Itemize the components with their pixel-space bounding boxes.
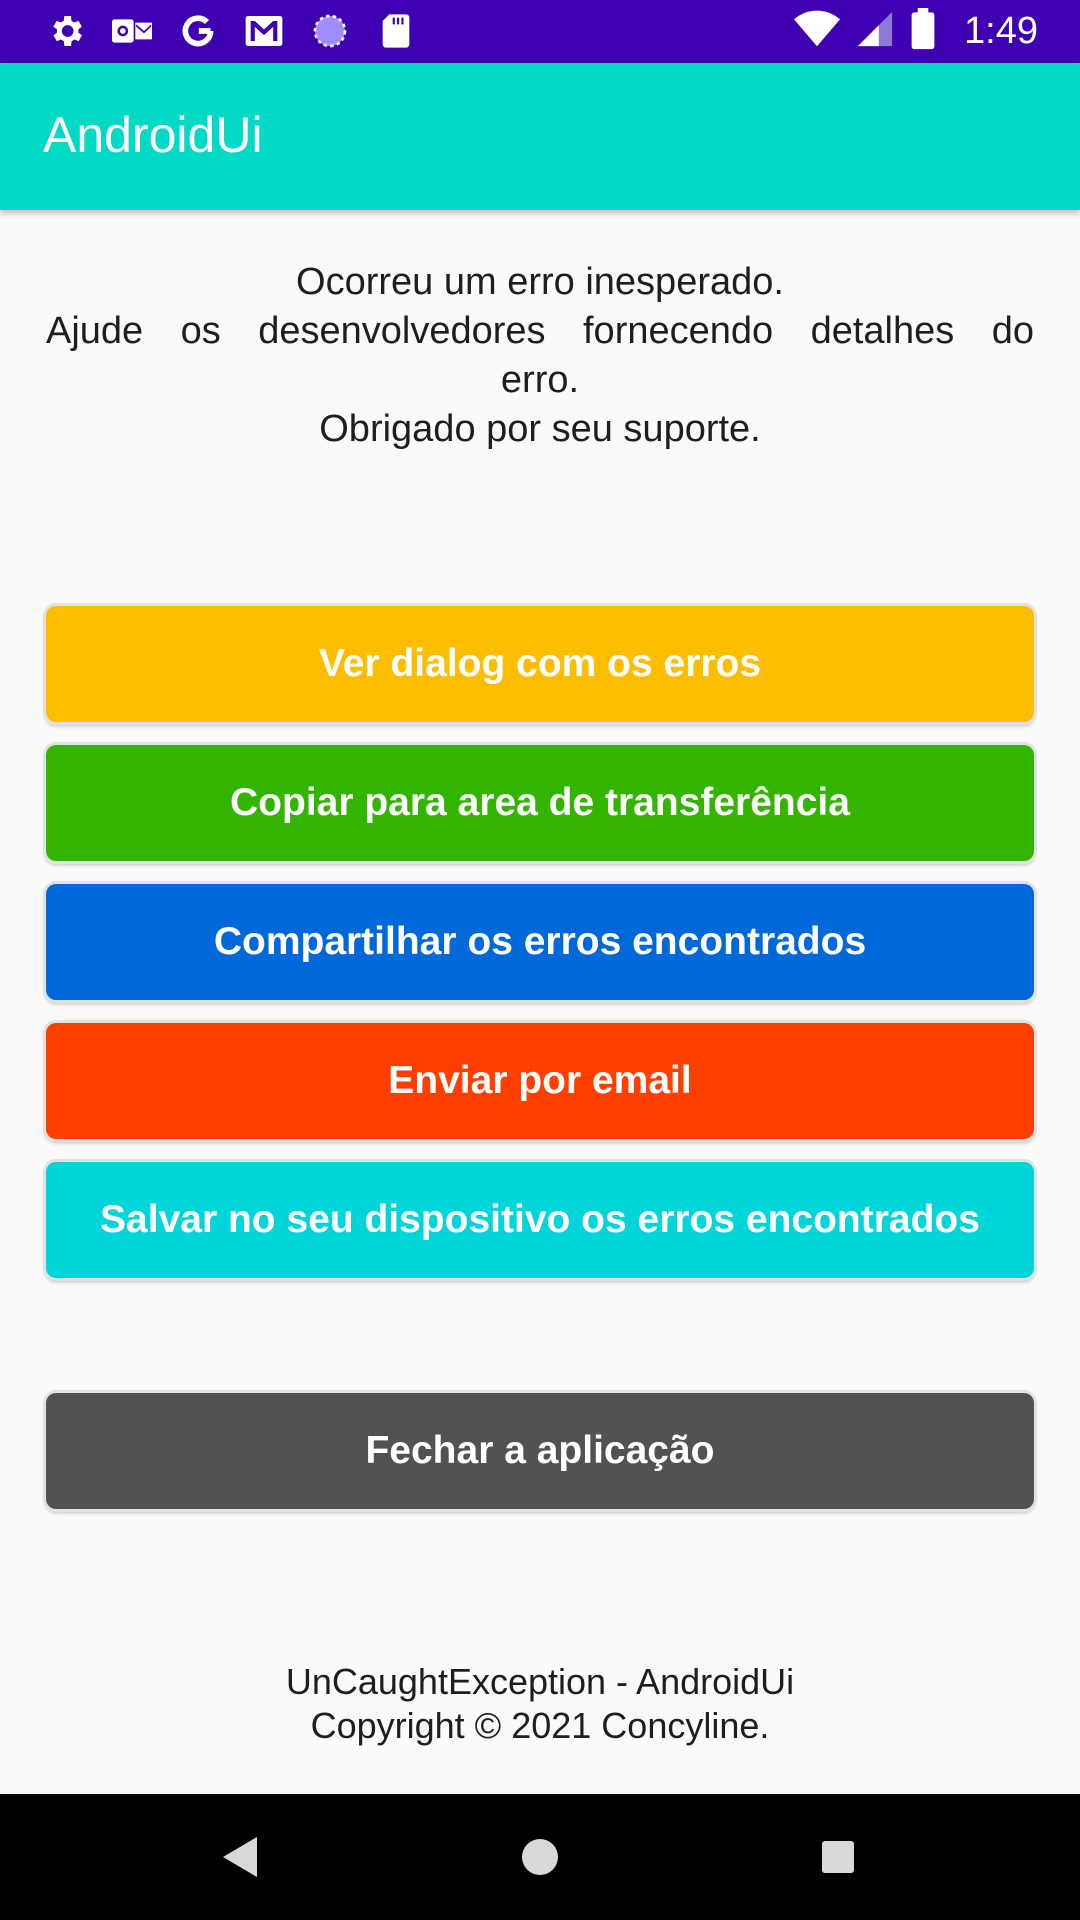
button-label: Compartilhar os erros encontrados <box>213 920 867 963</box>
button-label: Ver dialog com os erros <box>318 642 762 685</box>
cell-signal-icon <box>856 9 894 54</box>
button-label: Enviar por email <box>388 1059 692 1102</box>
message-line: erro. <box>500 359 580 401</box>
share-errors-button[interactable]: Compartilhar os erros encontrados <box>46 884 1034 1000</box>
view-errors-dialog-button[interactable]: Ver dialog com os erros <box>46 606 1034 722</box>
button-label: Fechar a aplicação <box>365 1429 715 1472</box>
message-line: Ajude os desenvolvedores fornecendo deta… <box>46 310 1034 352</box>
copy-to-clipboard-button[interactable]: Copiar para area de transferência <box>46 745 1034 861</box>
button-label: Copiar para area de transferência <box>230 781 850 824</box>
sd-card-icon <box>374 9 418 53</box>
battery-icon <box>910 7 936 55</box>
message-line: Ocorreu um erro inesperado. <box>296 261 784 303</box>
screen: 1:49 AndroidUi Ocorreu um erro inesperad… <box>0 0 1080 1920</box>
system-icons: 1:49 <box>794 7 1038 55</box>
footer-copyright: Copyright © 2021 Concyline. <box>310 1705 770 1746</box>
outlook-icon <box>110 9 154 53</box>
footer-app-name: UnCaughtException - AndroidUi <box>285 1661 795 1702</box>
wifi-icon <box>794 9 841 54</box>
navigation-bar <box>0 1794 1080 1920</box>
home-icon[interactable] <box>507 1824 573 1890</box>
google-icon <box>176 9 220 53</box>
sync-icon <box>308 9 352 53</box>
back-icon[interactable] <box>208 1824 274 1890</box>
app-title: AndroidUi <box>43 107 263 163</box>
notification-icons <box>44 8 418 54</box>
error-message: Ocorreu um erro inesperado. Ajude os des… <box>46 258 1034 454</box>
button-label: Salvar no seu dispositivo os erros encon… <box>100 1198 980 1241</box>
app-bar: AndroidUi <box>0 63 1080 210</box>
save-to-device-button[interactable]: Salvar no seu dispositivo os erros encon… <box>46 1162 1034 1278</box>
recents-icon[interactable] <box>805 1824 871 1890</box>
close-app-button[interactable]: Fechar a aplicação <box>46 1393 1034 1509</box>
status-bar: 1:49 <box>0 0 1080 63</box>
gmail-icon <box>242 9 286 53</box>
status-time: 1:49 <box>964 9 1038 52</box>
send-email-button[interactable]: Enviar por email <box>46 1023 1034 1139</box>
footer: UnCaughtException - AndroidUi Copyright … <box>0 1660 1080 1748</box>
message-line: Obrigado por seu suporte. <box>319 408 761 450</box>
settings-icon <box>44 9 88 53</box>
